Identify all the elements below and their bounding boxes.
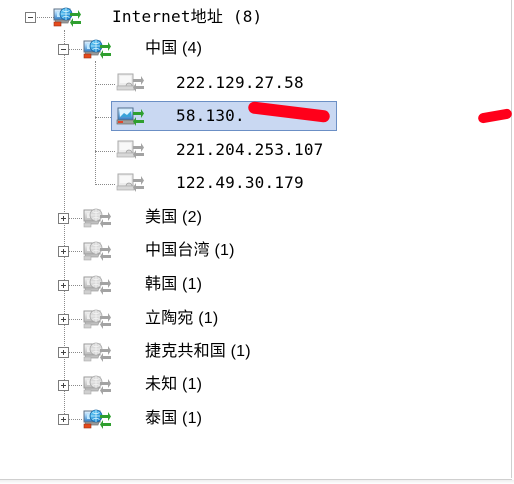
computer-offline-icon	[116, 171, 144, 193]
ip-address-node[interactable]: 222.129.27.58	[0, 68, 340, 98]
network-computer-gray-icon	[83, 240, 111, 262]
window-right-border	[511, 0, 512, 478]
tree-node-label: 美国 (2)	[145, 209, 203, 226]
collapse-toggle-china[interactable]	[58, 44, 69, 55]
computer-offline-icon	[116, 71, 144, 93]
tree-node-label: 立陶宛 (1)	[145, 310, 219, 327]
expand-toggle-country[interactable]	[58, 280, 69, 291]
network-computer-gray-icon	[83, 207, 111, 229]
expand-toggle-country[interactable]	[58, 246, 69, 257]
expand-toggle-country[interactable]	[58, 347, 69, 358]
network-computer-gray-icon	[83, 341, 111, 363]
ip-address-label: 221.204.253.107	[176, 140, 324, 159]
tree-node-label: 捷克共和国 (1)	[145, 343, 251, 360]
tree-node-country[interactable]: 美国 (2)	[0, 203, 260, 233]
ip-address-node[interactable]: 122.49.30.179	[0, 168, 340, 198]
tree-node-country[interactable]: 立陶宛 (1)	[0, 304, 280, 334]
selected-ip-address-label: 58.130.	[176, 106, 245, 125]
network-computer-green-icon	[53, 6, 81, 28]
network-computer-green-icon	[83, 38, 111, 60]
tree-node-label: 中国台湾 (1)	[145, 242, 235, 259]
ip-address-label: 222.129.27.58	[176, 73, 304, 92]
tree-node-country[interactable]: 韩国 (1)	[0, 270, 260, 300]
window-bottom-shadow	[0, 480, 514, 484]
tree-node-china[interactable]: 中国 (4)	[0, 34, 260, 64]
network-computer-gray-icon	[83, 308, 111, 330]
expand-toggle-country[interactable]	[58, 213, 69, 224]
expand-toggle-country[interactable]	[58, 380, 69, 391]
network-computer-gray-icon	[83, 274, 111, 296]
tree-node-label: 中国 (4)	[145, 40, 203, 57]
expand-toggle-country[interactable]	[58, 314, 69, 325]
network-computer-gray-icon	[83, 374, 111, 396]
tree-node-label: 泰国 (1)	[145, 410, 203, 427]
tree-node-country[interactable]: 中国台湾 (1)	[0, 236, 300, 266]
tree-node-country[interactable]: 泰国 (1)	[0, 404, 260, 434]
ip-address-label: 122.49.30.179	[176, 173, 304, 192]
internet-address-tree-window: Internet地址 (8) 中国 (4) 222.129.27.58 58.1…	[0, 0, 514, 484]
network-computer-green-icon	[83, 408, 111, 430]
tree-node-country[interactable]: 未知 (1)	[0, 370, 260, 400]
computer-online-icon	[116, 105, 144, 127]
tree-node-country[interactable]: 捷克共和国 (1)	[0, 337, 320, 367]
computer-offline-icon	[116, 138, 144, 160]
collapse-toggle-internet-address[interactable]	[25, 12, 36, 23]
expand-toggle-country[interactable]	[58, 414, 69, 425]
tree-node-internet-address[interactable]: Internet地址 (8)	[0, 2, 300, 32]
tree-node-label: Internet地址 (8)	[112, 7, 263, 26]
ip-address-node[interactable]: 221.204.253.107	[0, 135, 360, 165]
tree-node-label: 未知 (1)	[145, 376, 203, 393]
annotation-red-mark	[477, 108, 513, 124]
tree-node-label: 韩国 (1)	[145, 276, 203, 293]
